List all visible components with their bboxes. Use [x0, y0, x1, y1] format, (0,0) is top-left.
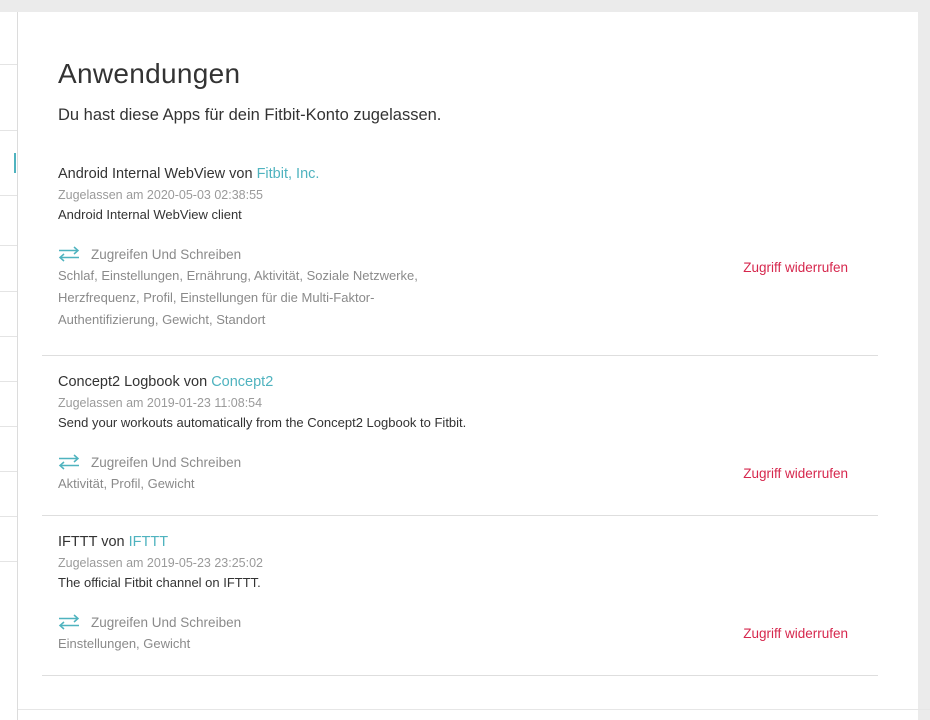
developer-link[interactable]: Fitbit, Inc.	[257, 166, 320, 182]
authorized-date: Zugelassen am 2019-01-23 11:08:54	[58, 396, 263, 410]
app-description: Android Internal WebView client	[58, 207, 242, 222]
sidebar-divider	[0, 291, 17, 292]
developer-link[interactable]: Concept2	[211, 374, 273, 390]
sidebar-divider	[0, 426, 17, 427]
app-by-text: von	[179, 374, 212, 390]
sidebar-divider	[0, 336, 17, 337]
arrows-exchange-icon	[58, 454, 80, 470]
sidebar-divider	[0, 64, 17, 65]
sidebar-divider	[0, 381, 17, 382]
arrows-exchange-icon	[58, 246, 80, 262]
sidebar-divider	[0, 195, 17, 196]
app-title: IFTTT von IFTTT	[58, 516, 862, 552]
sidebar-strip	[0, 12, 18, 720]
permission-scopes: Schlaf, Einstellungen, Ernährung, Aktivi…	[58, 268, 418, 327]
app-by-text: von	[97, 534, 129, 550]
sidebar-divider	[0, 130, 17, 131]
app-title: Concept2 Logbook von Concept2	[58, 356, 862, 392]
revoke-access-link[interactable]: Zugriff widerrufen	[743, 466, 848, 481]
access-row: Zugreifen Und Schreiben	[58, 611, 862, 633]
page-subtitle: Du hast diese Apps für dein Fitbit-Konto…	[58, 106, 442, 124]
revoke-access-link[interactable]: Zugriff widerrufen	[743, 260, 848, 275]
authorized-date: Zugelassen am 2020-05-03 02:38:55	[58, 188, 264, 202]
permission-scopes: Aktivität, Profil, Gewicht	[58, 476, 195, 491]
access-row: Zugreifen Und Schreiben	[58, 243, 862, 265]
app-item-ifttt: IFTTT von IFTTT Zugelassen am 2019-05-23…	[42, 516, 878, 676]
app-item-android-webview: Android Internal WebView von Fitbit, Inc…	[42, 158, 878, 356]
developer-link[interactable]: IFTTT	[129, 534, 168, 550]
page-title: Anwendungen	[58, 58, 241, 89]
app-item-concept2: Concept2 Logbook von Concept2 Zugelassen…	[42, 356, 878, 516]
app-description: Send your workouts automatically from th…	[58, 415, 467, 430]
app-by-text: von	[225, 166, 257, 182]
sidebar-divider	[0, 471, 17, 472]
sidebar-divider	[0, 245, 17, 246]
access-type-label: Zugreifen Und Schreiben	[91, 614, 242, 630]
revoke-access-link[interactable]: Zugriff widerrufen	[743, 626, 848, 641]
authorized-date: Zugelassen am 2019-05-23 23:25:02	[58, 556, 264, 570]
panel-bottom-border	[18, 709, 930, 710]
app-name: IFTTT	[58, 534, 98, 550]
access-type-label: Zugreifen Und Schreiben	[91, 454, 242, 470]
permission-scopes: Einstellungen, Gewicht	[58, 636, 191, 651]
access-type-label: Zugreifen Und Schreiben	[91, 246, 242, 262]
sidebar-active-indicator	[14, 153, 16, 173]
sidebar-divider	[0, 516, 17, 517]
app-name: Concept2 Logbook	[58, 374, 180, 390]
app-title: Android Internal WebView von Fitbit, Inc…	[58, 158, 862, 184]
app-name: Android Internal WebView	[58, 166, 226, 182]
access-row: Zugreifen Und Schreiben	[58, 451, 862, 473]
app-description: The official Fitbit channel on IFTTT.	[58, 575, 261, 590]
app-list: Android Internal WebView von Fitbit, Inc…	[42, 158, 878, 676]
sidebar-divider	[0, 561, 17, 562]
arrows-exchange-icon	[58, 614, 80, 630]
applications-panel: Anwendungen Du hast diese Apps für dein …	[18, 12, 918, 720]
